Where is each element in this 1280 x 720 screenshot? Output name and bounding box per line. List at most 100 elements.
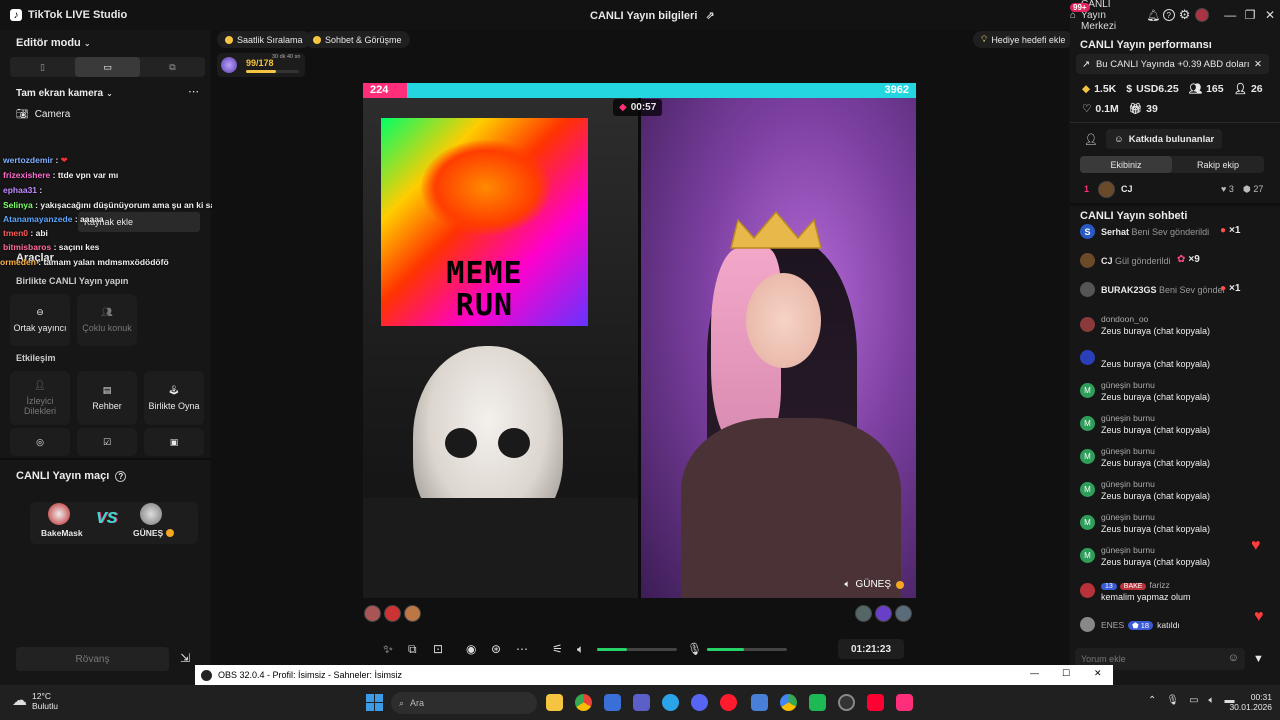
multi-screen-mode-icon[interactable]: ⧉ [140, 57, 205, 77]
maximize-button[interactable]: ❐ [1240, 0, 1260, 30]
volume-slider[interactable] [597, 648, 677, 651]
speaker-icon[interactable]: 🔈︎ [844, 579, 850, 590]
editor-mode-dropdown[interactable]: Editör modu ⌄ [16, 37, 91, 49]
more-icon[interactable]: ⋯ [516, 642, 528, 656]
chat-username[interactable]: 13 BAKE farizz [1101, 580, 1170, 590]
co-host-tile[interactable]: ⊖ Ortak yayıncı [10, 294, 70, 346]
landscape-mode-icon[interactable]: ▭ [75, 57, 140, 77]
teams-icon[interactable] [633, 694, 650, 711]
chat-username[interactable]: güneşin burnu [1101, 512, 1155, 522]
supporter-avatar[interactable] [895, 605, 912, 622]
camera-source-item[interactable]: 📷︎ Camera [16, 109, 70, 120]
supporter-avatar[interactable] [364, 605, 381, 622]
taskbar-search[interactable]: ⌕ Ara [391, 692, 537, 714]
goal-tile[interactable]: ◎ [10, 428, 70, 456]
minimize-button[interactable]: — [1220, 0, 1240, 30]
stats-row-1: ◆ 1.5K $ USD6.25 👥︎ 165 👤︎ 26 [1082, 82, 1263, 96]
obs-window-bar[interactable]: OBS 32.0.4 - Profil: İsimsiz - Sahneler:… [195, 665, 1113, 685]
speaker-tray-icon[interactable]: 🔈︎ [1209, 695, 1215, 706]
supporter-avatar[interactable] [384, 605, 401, 622]
chat-username[interactable]: güneşin burnu [1101, 446, 1155, 456]
record-icon[interactable]: ◉ [466, 642, 476, 656]
obs-maximize-button[interactable]: ☐ [1062, 668, 1070, 679]
opera-icon[interactable] [720, 694, 737, 711]
hourly-ranking-button[interactable]: Saatlik Sıralama [217, 31, 311, 48]
screen-share-icon[interactable]: ⊡ [433, 642, 443, 656]
multi-guest-label: Çoklu konuk [82, 323, 132, 333]
contributor-row[interactable]: 1 CJ ♥ 3 ⬢ 27 [1080, 181, 1270, 199]
contributors-button[interactable]: ☺ Katkıda bulunanlar [1106, 129, 1223, 149]
clock[interactable]: 00:31 30.01.2026 [1226, 692, 1272, 712]
tiktok-taskbar-icon[interactable] [896, 694, 913, 711]
chat-text: Zeus buraya (chat kopyala) [1101, 557, 1211, 567]
share-icon[interactable]: ⇗ [705, 9, 714, 22]
more-options-icon[interactable]: ⋯ [188, 85, 199, 98]
help-button[interactable]: ? [1161, 0, 1176, 30]
youtube-icon[interactable] [867, 694, 884, 711]
magic-wand-icon[interactable]: ✨︎ [383, 642, 393, 657]
inbox-icon: ▣ [169, 436, 179, 447]
store-icon[interactable] [604, 694, 621, 711]
user-avatar: M [1080, 548, 1095, 563]
adjust-icon[interactable]: ⚟ [552, 642, 563, 656]
gift-message: S Serhat Beni Sev gönderildi ● ×1 [1080, 224, 1270, 242]
file-explorer-icon[interactable] [546, 694, 563, 711]
browser-icon[interactable] [780, 694, 797, 711]
discord-icon[interactable] [691, 694, 708, 711]
windows-start-icon[interactable] [366, 694, 384, 712]
app-icon[interactable] [809, 694, 826, 711]
match-card[interactable]: BakeMask VS GÜNEŞ [30, 502, 198, 544]
chevron-up-icon[interactable]: ⌃ [1148, 695, 1156, 706]
chat-username[interactable]: güneşin burnu [1101, 413, 1155, 423]
guide-tile[interactable]: ▤ Rehber [77, 371, 137, 425]
divider [1070, 122, 1280, 123]
obs-minimize-button[interactable]: — [1030, 668, 1039, 678]
profile-avatar[interactable] [1193, 0, 1211, 30]
level-badge: ⬟ 18 [1128, 620, 1154, 630]
obs-close-button[interactable]: ✕ [1094, 668, 1102, 679]
notifications-button[interactable]: 🔔︎ [1146, 0, 1161, 30]
edge-icon[interactable] [662, 694, 679, 711]
chat-username[interactable]: güneşin burnu [1101, 380, 1155, 390]
microphone-tray-icon[interactable]: 🎙︎ [1166, 695, 1179, 706]
rematch-button[interactable]: Rövanş [16, 647, 169, 671]
info-icon[interactable]: ? [115, 470, 127, 482]
chat-meet-button[interactable]: Sohbet & Görüşme [305, 31, 410, 48]
camera-section-dropdown[interactable]: Tam ekran kamera ⌄ [16, 87, 113, 99]
mail-icon[interactable] [751, 694, 768, 711]
supporter-avatar[interactable] [855, 605, 872, 622]
emoji-icon[interactable]: ☺ [1228, 652, 1239, 664]
user-list-icon[interactable]: 👤︎ [1084, 133, 1098, 146]
inbox-tile[interactable]: ▣ [144, 428, 204, 456]
live-info-link[interactable]: CANLI Yayın bilgileri ⇗ [590, 9, 715, 23]
multi-guest-tile[interactable]: 👥︎ Çoklu konuk [77, 294, 137, 346]
play-together-tile[interactable]: 🕹︎ Birlikte Oyna [144, 371, 204, 425]
chrome-icon[interactable] [575, 694, 592, 711]
gift-goal-button[interactable]: 💡︎ Hediye hedefi ekle [973, 31, 1074, 48]
checklist-tile[interactable]: ☑ [77, 428, 137, 456]
mic-slider[interactable] [707, 648, 787, 651]
chat-username[interactable]: dondoon_oo [1101, 314, 1148, 324]
exit-match-icon[interactable]: ⇲ [180, 651, 190, 665]
tab-rival-team[interactable]: Rakip ekip [1172, 156, 1264, 173]
meme-overlay: MEME RUN [381, 118, 588, 326]
portrait-mode-icon[interactable]: ▯ [10, 57, 75, 77]
close-icon[interactable]: ✕ [1254, 59, 1262, 70]
filter-icon[interactable]: ▼ [1253, 653, 1264, 665]
viewer-wishes-tile[interactable]: 👤︎ İzleyici Dilekleri [10, 371, 70, 425]
network-icon[interactable]: ▭ [1189, 695, 1198, 706]
rank-progress-widget[interactable]: 99/178 30 dk 40 sn [217, 53, 305, 77]
obs-taskbar-icon[interactable] [838, 694, 855, 711]
weather-widget[interactable]: ☁ 12°C Bulutlu [12, 691, 58, 711]
add-layer-icon[interactable]: ⧉ [408, 642, 417, 657]
camera-toggle-icon[interactable]: ⊛ [491, 642, 501, 656]
supporter-avatar[interactable] [875, 605, 892, 622]
settings-button[interactable]: ⚙ [1176, 0, 1192, 30]
chat-username[interactable]: güneşin burnu [1101, 479, 1155, 489]
chat-username[interactable]: güneşin burnu [1101, 545, 1155, 555]
volume-icon[interactable]: 🔈︎ [577, 642, 584, 657]
tab-your-team[interactable]: Ekibiniz [1080, 156, 1172, 173]
microphone-icon[interactable]: 🎙︎ [687, 642, 702, 656]
close-button[interactable]: ✕ [1260, 0, 1280, 30]
supporter-avatar[interactable] [404, 605, 421, 622]
